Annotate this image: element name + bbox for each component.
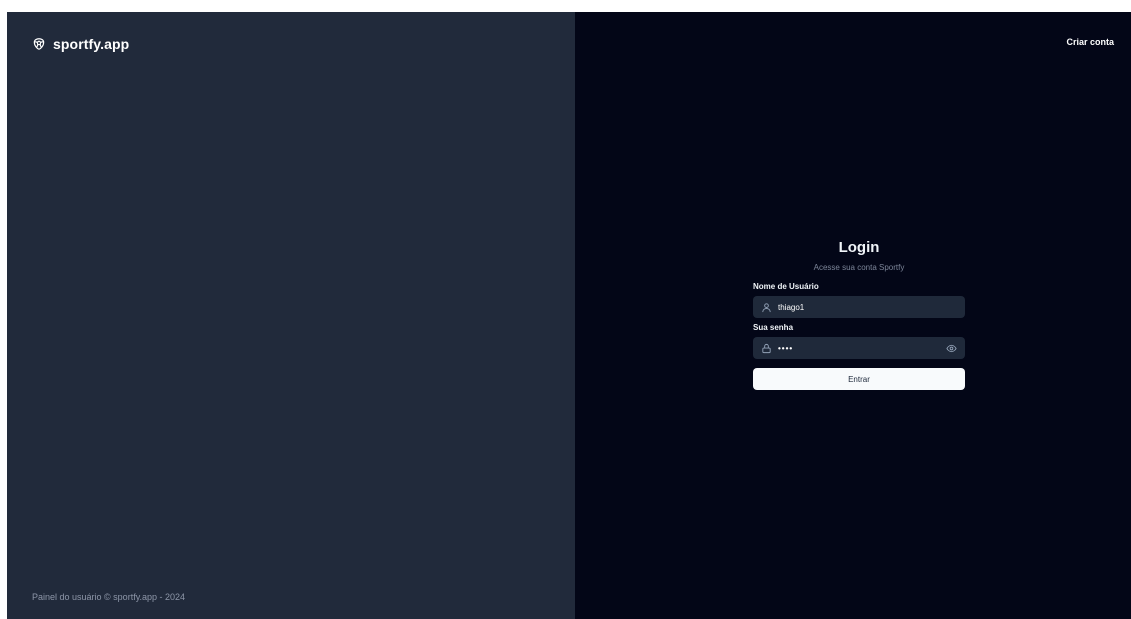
login-form: Login Acesse sua conta Sportfy Nome de U… (753, 238, 965, 390)
username-input[interactable] (778, 296, 957, 318)
brand-logo: sportfy.app (32, 36, 129, 52)
create-account-link[interactable]: Criar conta (1066, 37, 1114, 47)
eye-icon[interactable] (946, 343, 957, 354)
password-field-wrapper[interactable] (753, 337, 965, 359)
username-label: Nome de Usuário (753, 282, 819, 291)
username-field-wrapper[interactable] (753, 296, 965, 318)
password-label: Sua senha (753, 323, 794, 332)
soccer-ball-icon (32, 37, 46, 51)
user-icon (761, 302, 772, 313)
login-panel: Criar conta Login Acesse sua conta Sport… (575, 12, 1131, 619)
lock-icon (761, 343, 772, 354)
brand-name: sportfy.app (53, 36, 130, 52)
password-input[interactable] (778, 337, 940, 359)
app-frame: sportfy.app Painel do usuário © sportfy.… (7, 12, 1131, 619)
submit-button[interactable]: Entrar (753, 368, 965, 390)
login-title: Login (838, 239, 880, 256)
login-subtitle: Acesse sua conta Sportfy (813, 263, 905, 272)
footer-copyright: Painel do usuário © sportfy.app - 2024 (32, 592, 186, 602)
brand-panel: sportfy.app Painel do usuário © sportfy.… (7, 12, 575, 619)
